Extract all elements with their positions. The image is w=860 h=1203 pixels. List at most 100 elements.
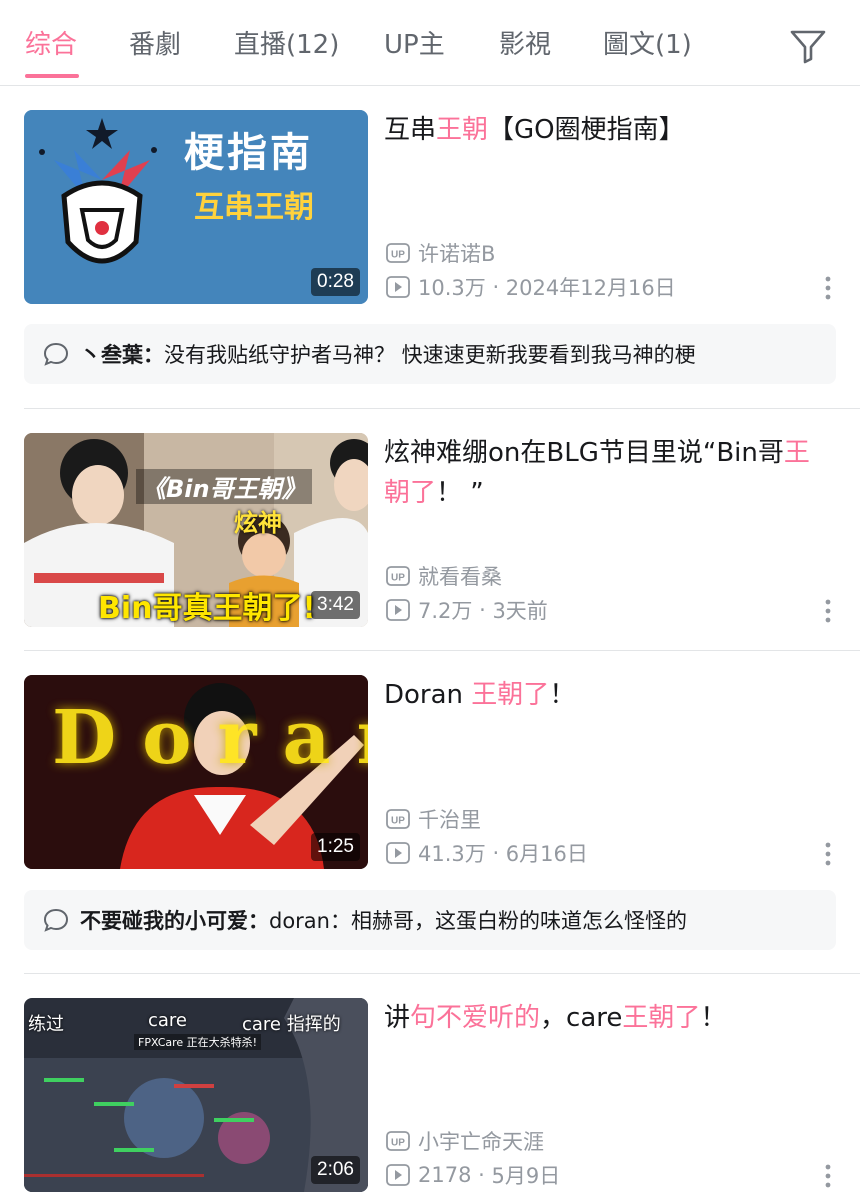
- svg-text:UP: UP: [391, 573, 405, 584]
- svg-text:UP: UP: [391, 816, 405, 827]
- uploader-row[interactable]: UP 小宇亡命天涯: [386, 1126, 544, 1156]
- thumbnail-title-text: 《Bin哥王朝》: [136, 469, 312, 504]
- video-duration: 3:42: [311, 591, 360, 619]
- comment-text: 没有我贴纸守护者马神？ 快速速更新我要看到我马神的梗: [164, 343, 696, 367]
- uploader-name: 千治里: [418, 808, 481, 832]
- tab-live[interactable]: 直播(12): [234, 28, 339, 62]
- thumbnail-title-text: Doran: [52, 695, 368, 781]
- meta-separator: ·: [472, 598, 493, 622]
- video-title[interactable]: 炫神难绷on在BLG节目里说“Bin哥王朝了！ ”: [384, 433, 824, 513]
- comment-text: doran：相赫哥，这蛋白粉的味道怎么怪怪的: [269, 909, 687, 933]
- video-thumbnail[interactable]: Doran 1:25: [24, 675, 368, 869]
- hot-comment[interactable]: 丶叁葉： 没有我贴纸守护者马神？ 快速速更新我要看到我马神的梗: [24, 324, 836, 384]
- tab-uploader[interactable]: UP主: [384, 28, 445, 62]
- title-segment: 互串: [384, 115, 437, 145]
- tab-article[interactable]: 圖文(1): [603, 28, 692, 62]
- title-highlight: 句不爱听的: [410, 1003, 541, 1033]
- search-tab-bar: 综合 番劇 直播(12) UP主 影視 圖文(1): [0, 0, 860, 86]
- tab-film[interactable]: 影視: [499, 28, 551, 62]
- more-vertical-icon: [825, 842, 831, 866]
- active-tab-indicator: [25, 74, 79, 78]
- video-thumbnail[interactable]: 《Bin哥王朝》 炫神 Bin哥真王朝了! 3:42: [24, 433, 368, 627]
- up-badge-icon: UP: [386, 566, 410, 586]
- play-count-icon: [386, 599, 410, 621]
- meta-separator: ·: [485, 275, 506, 299]
- thumbnail-caption-text: Bin哥真王朝了!: [98, 591, 317, 626]
- title-segment: 讲: [384, 1003, 411, 1033]
- hot-comment[interactable]: 不要碰我的小可爱： doran：相赫哥，这蛋白粉的味道怎么怪怪的: [24, 890, 836, 950]
- more-vertical-icon: [825, 1164, 831, 1188]
- more-options-button[interactable]: [818, 596, 838, 626]
- view-count: 7.2万: [418, 599, 473, 623]
- comment-user: 不要碰我的小可爱：: [80, 909, 269, 933]
- tab-bangumi[interactable]: 番劇: [129, 28, 181, 62]
- title-highlight: 王朝: [436, 115, 489, 145]
- video-duration: 1:25: [311, 833, 360, 861]
- view-count: 2178: [418, 1163, 472, 1187]
- card-divider: [24, 650, 860, 651]
- thumbnail-subtitle-text: 互串王朝: [194, 190, 314, 225]
- uploader-name: 许诺诺B: [418, 242, 496, 266]
- thumbnail-caption-text: 练过: [28, 1014, 64, 1035]
- video-title[interactable]: 互串王朝【GO圈梗指南】: [384, 110, 824, 150]
- publish-date: 6月16日: [505, 842, 588, 866]
- uploader-row[interactable]: UP 就看看桑: [386, 561, 502, 591]
- title-segment: ！: [700, 1003, 727, 1033]
- comment-bubble-icon: [43, 342, 69, 366]
- up-badge-icon: UP: [386, 809, 410, 829]
- video-title[interactable]: Doran 王朝了！: [384, 675, 824, 715]
- title-segment: Doran: [384, 680, 472, 710]
- publish-date: 5月9日: [491, 1164, 561, 1188]
- video-stats-row: 41.3万 · 6月16日: [386, 838, 588, 868]
- publish-date: 3天前: [492, 599, 548, 623]
- thumbnail-caption-text: care: [148, 1010, 188, 1031]
- video-duration: 0:28: [311, 268, 360, 296]
- video-thumbnail[interactable]: 梗指南 互串王朝 0:28: [24, 110, 368, 304]
- more-vertical-icon: [825, 599, 831, 623]
- video-stats-row: 2178 · 5月9日: [386, 1160, 560, 1190]
- comment-bubble-icon: [43, 908, 69, 932]
- title-highlight: 王朝了: [622, 1003, 701, 1033]
- filter-funnel-icon: [790, 30, 826, 64]
- filter-button[interactable]: [786, 26, 830, 66]
- uploader-row[interactable]: UP 千治里: [386, 804, 481, 834]
- meta-separator: ·: [471, 1163, 492, 1187]
- more-options-button[interactable]: [818, 839, 838, 869]
- video-stats-row: 7.2万 · 3天前: [386, 595, 548, 625]
- video-thumbnail[interactable]: 练过 care care 指挥的 FPXCare 正在大杀特杀! 2:06: [24, 998, 368, 1192]
- meta-separator: ·: [485, 841, 506, 865]
- title-segment: ！ ”: [436, 478, 484, 508]
- comment-user: 丶叁葉：: [80, 343, 164, 367]
- more-options-button[interactable]: [818, 1161, 838, 1191]
- play-count-icon: [386, 842, 410, 864]
- svg-text:UP: UP: [391, 250, 405, 261]
- card-divider: [24, 408, 860, 409]
- up-badge-icon: UP: [386, 243, 410, 263]
- card-divider: [24, 973, 860, 974]
- uploader-row[interactable]: UP 许诺诺B: [386, 238, 495, 268]
- title-segment: 炫神难绷on在BLG节目里说“Bin哥: [384, 438, 784, 468]
- uploader-name: 就看看桑: [418, 565, 502, 589]
- thumbnail-caption-text: care 指挥的: [242, 1014, 341, 1035]
- view-count: 41.3万: [418, 842, 486, 866]
- play-count-icon: [386, 276, 410, 298]
- tab-all[interactable]: 综合: [25, 28, 77, 62]
- more-vertical-icon: [825, 276, 831, 300]
- thumbnail-subtitle-text: 炫神: [234, 509, 282, 537]
- thumbnail-title-text: 梗指南: [184, 130, 313, 176]
- video-title[interactable]: 讲句不爱听的，care王朝了！: [384, 998, 824, 1038]
- play-count-icon: [386, 1164, 410, 1186]
- title-segment: ，care: [540, 1003, 623, 1033]
- title-highlight: 王朝了: [471, 680, 550, 710]
- more-options-button[interactable]: [818, 273, 838, 303]
- title-segment: ！: [549, 680, 576, 710]
- publish-date: 2024年12月16日: [505, 276, 676, 300]
- video-duration: 2:06: [311, 1156, 360, 1184]
- svg-text:UP: UP: [391, 1138, 405, 1149]
- uploader-name: 小宇亡命天涯: [418, 1130, 544, 1154]
- up-badge-icon: UP: [386, 1131, 410, 1151]
- title-segment: 【GO圈梗指南】: [488, 115, 685, 145]
- view-count: 10.3万: [418, 276, 486, 300]
- video-stats-row: 10.3万 · 2024年12月16日: [386, 272, 676, 302]
- thumbnail-killfeed-text: FPXCare 正在大杀特杀!: [134, 1034, 262, 1050]
